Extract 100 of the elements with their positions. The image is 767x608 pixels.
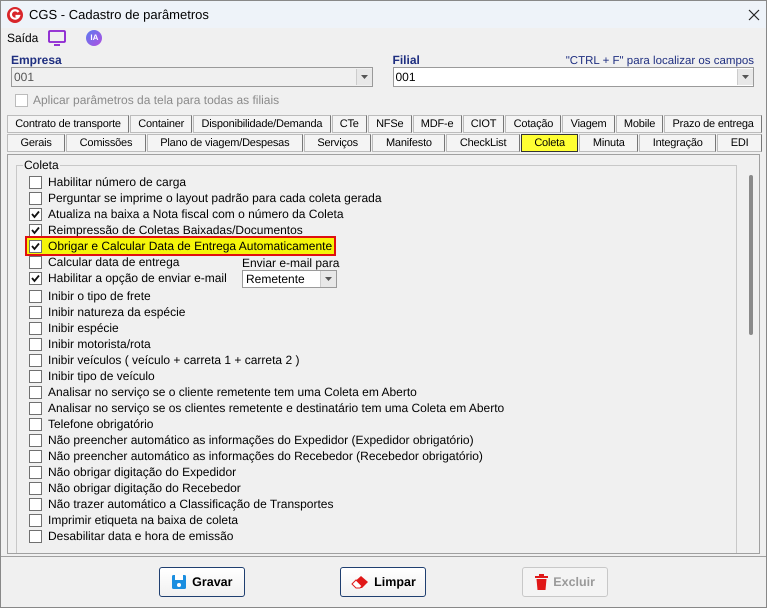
option-row[interactable]: Calcular data de entrega [27, 254, 182, 270]
option-row[interactable]: Analisar no serviço se o cliente remetente tem uma Coleta em Aberto [27, 384, 419, 400]
tab[interactable]: EDI [717, 134, 762, 152]
tab[interactable]: Mobile [616, 115, 664, 133]
highlighted-option[interactable]: Obrigar e Calcular Data de Entrega Automaticamente [27, 238, 334, 254]
option-row[interactable]: Inibir natureza da espécie [27, 304, 188, 320]
option-label: Perguntar se imprime o layout padrão para cada coleta gerada [48, 191, 382, 205]
option-row[interactable]: Inibir espécie [27, 320, 121, 336]
option-label: Reimpressão de Coletas Baixadas/Documentos [48, 223, 303, 237]
recipient-dropdown[interactable]: Remetente [242, 270, 337, 288]
group-title: Coleta [23, 158, 60, 172]
tab[interactable]: NFSe [368, 115, 412, 133]
checkbox[interactable] [29, 498, 42, 510]
option-row[interactable]: Inibir motorista/rota [27, 336, 153, 352]
option-label: Inibir tipo de veículo [48, 369, 155, 383]
option-label: Não obrigar digitação do Expedidor [48, 465, 236, 479]
option-row[interactable]: Imprimir etiqueta na baixa de coleta [27, 512, 240, 528]
option-row[interactable]: Inibir veículos ( veículo + carreta 1 + carreta 2 ) [27, 352, 302, 368]
checkbox[interactable] [29, 306, 42, 318]
eraser-icon [351, 575, 370, 589]
option-label: Analisar no serviço se o cliente remetente tem uma Coleta em Aberto [48, 385, 417, 399]
checkbox[interactable] [29, 290, 42, 302]
tab[interactable]: Minuta [579, 134, 638, 152]
checkbox[interactable] [29, 482, 42, 494]
tab[interactable]: CIOT [462, 115, 504, 133]
ia-badge[interactable]: IA [86, 30, 102, 46]
tab[interactable]: Cotação [505, 115, 562, 133]
checkbox[interactable] [29, 176, 42, 188]
tab[interactable]: CheckList [446, 134, 520, 152]
tab[interactable]: MDF-e [412, 115, 462, 133]
window-title: CGS - Cadastro de parâmetros [29, 7, 210, 22]
checkbox[interactable] [29, 338, 42, 350]
tab[interactable]: Manifesto [372, 134, 446, 152]
checkbox[interactable] [29, 450, 42, 462]
checkbox[interactable] [29, 272, 42, 284]
checkbox[interactable] [29, 322, 42, 334]
option-label: Habilitar a opção de enviar e-mail [48, 271, 227, 285]
checkbox[interactable] [29, 240, 42, 252]
option-label: Não obrigar digitação do Recebedor [48, 481, 241, 495]
monitor-icon[interactable] [48, 30, 66, 46]
dropdown-arrow-icon [360, 75, 368, 79]
option-row[interactable]: Não preencher automático as informações do Recebedor (Recebedor obrigatório) [27, 448, 485, 464]
checkbox[interactable] [29, 192, 42, 204]
search-hint: "CTRL + F" para localizar os campos [566, 55, 754, 67]
checkbox[interactable] [29, 434, 42, 446]
tab[interactable]: Integração [639, 134, 716, 152]
option-label: Inibir natureza da espécie [48, 305, 186, 319]
option-label: Obrigar e Calcular Data de Entrega Automaticamente [48, 239, 332, 253]
checkbox[interactable] [29, 224, 42, 236]
tab[interactable]: Contrato de transporte [7, 115, 130, 133]
option-label: Telefone obrigatório [48, 417, 154, 431]
checkbox[interactable] [29, 402, 42, 414]
tab[interactable]: Disponibilidade/Demanda [193, 115, 331, 133]
checkbox[interactable] [29, 466, 42, 478]
save-button[interactable]: Gravar [158, 567, 245, 597]
close-icon[interactable] [748, 8, 760, 20]
tab[interactable]: Viagem [562, 115, 615, 133]
option-row[interactable]: Desabilitar data e hora de emissão [27, 528, 236, 544]
checkbox[interactable] [29, 386, 42, 398]
option-row[interactable]: Habilitar número de carga [27, 174, 188, 190]
tab[interactable]: Prazo de entrega [664, 115, 762, 133]
checkbox[interactable] [29, 514, 42, 526]
option-label: Habilitar número de carga [48, 175, 186, 189]
option-label: Inibir o tipo de frete [48, 289, 151, 303]
option-label: Não preencher automático as informações do Recebedor (Recebedor obrigatório) [48, 449, 483, 463]
tab[interactable]: Comissões [66, 134, 146, 152]
option-row[interactable]: Atualiza na baixa a Nota fiscal com o número da Coleta [27, 206, 346, 222]
exit-label[interactable]: Saída [7, 30, 38, 44]
option-row[interactable]: Não obrigar digitação do Recebedor [27, 480, 243, 496]
tab[interactable]: Gerais [7, 134, 66, 152]
option-row[interactable]: Telefone obrigatório [27, 416, 156, 432]
field-label: Filial [392, 53, 420, 67]
option-label: Inibir motorista/rota [48, 337, 151, 351]
checkbox[interactable] [29, 256, 42, 268]
option-row[interactable]: Perguntar se imprime o layout padrão para cada coleta gerada [27, 190, 384, 206]
option-label: Calcular data de entrega [48, 255, 180, 269]
dropdown-arrow-icon [325, 277, 332, 281]
checkbox[interactable] [29, 354, 42, 366]
option-row[interactable]: Habilitar a opção de enviar e-mail [27, 270, 229, 286]
checkbox[interactable] [29, 418, 42, 430]
option-row[interactable]: Não preencher automático as informações do Expedidor (Expedidor obrigatório) [27, 432, 476, 448]
checkbox[interactable] [29, 530, 42, 542]
tab[interactable]: Coleta [520, 134, 578, 152]
tab[interactable]: Plano de viagem/Despesas [146, 134, 303, 152]
checkbox[interactable] [29, 370, 42, 382]
option-row[interactable]: Analisar no serviço se os clientes remetente e destinatário tem uma Coleta em Aberto [27, 400, 506, 416]
option-label: Não preencher automático as informações do Expedidor (Expedidor obrigatório) [48, 433, 474, 447]
option-label: Desabilitar data e hora de emissão [48, 529, 234, 543]
branch-dropdown[interactable]: 001 [392, 67, 754, 87]
dropdown-arrow-icon [742, 75, 749, 79]
option-label: Atualiza na baixa a Nota fiscal com o número da Coleta [48, 207, 344, 221]
checkbox[interactable] [29, 208, 42, 220]
clear-button[interactable]: Limpar [340, 567, 426, 597]
option-row[interactable]: Inibir o tipo de frete [27, 288, 153, 304]
option-row[interactable]: Não trazer automático a Classificação de Transportes [27, 496, 336, 512]
option-row[interactable]: Inibir tipo de veículo [27, 368, 157, 384]
option-row[interactable]: Não obrigar digitação do Expedidor [27, 464, 238, 480]
tab[interactable]: Container [130, 115, 192, 133]
tab[interactable]: CTe [332, 115, 367, 133]
tab[interactable]: Serviços [304, 134, 372, 152]
